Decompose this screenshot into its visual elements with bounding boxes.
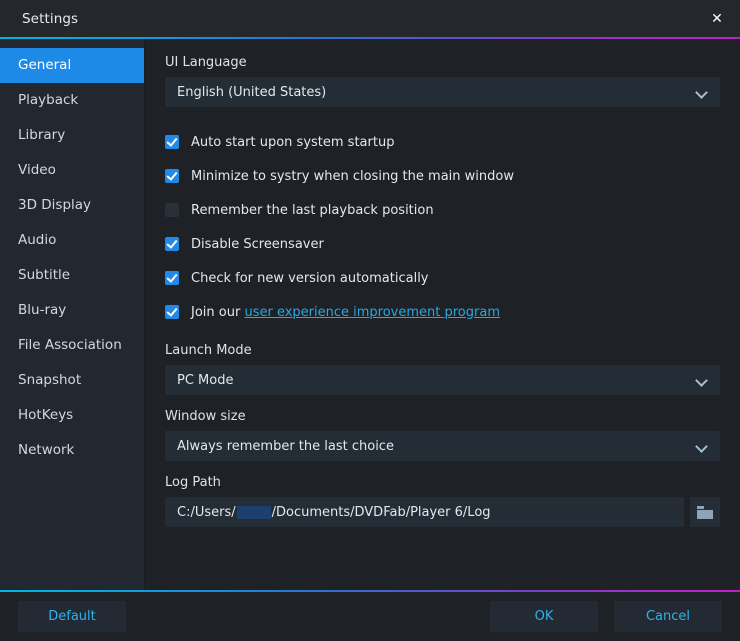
settings-sidebar: General Playback Library Video 3D Displa… — [0, 39, 145, 590]
title-bar: Settings ✕ — [0, 0, 740, 37]
window-size-label: Window size — [165, 409, 246, 424]
join-prefix-text: Join our — [191, 304, 245, 320]
log-path-label: Log Path — [165, 475, 221, 490]
ui-language-label: UI Language — [165, 55, 247, 70]
sidebar-item-blu-ray[interactable]: Blu-ray — [0, 293, 144, 328]
dialog-body: General Playback Library Video 3D Displa… — [0, 39, 740, 590]
user-experience-program-link[interactable]: user experience improvement program — [244, 305, 500, 320]
checkbox-row-join-program[interactable]: Join our user experience improvement pro… — [165, 295, 720, 329]
dialog-footer: Default OK Cancel — [0, 592, 740, 641]
launch-mode-label: Launch Mode — [165, 343, 252, 358]
chevron-down-icon — [696, 86, 708, 98]
sidebar-item-audio[interactable]: Audio — [0, 223, 144, 258]
sidebar-item-playback[interactable]: Playback — [0, 83, 144, 118]
sidebar-item-snapshot[interactable]: Snapshot — [0, 363, 144, 398]
chevron-down-icon — [696, 374, 708, 386]
checkbox-join-program[interactable] — [165, 305, 179, 319]
general-settings-panel: UI Language English (United States) Auto… — [145, 39, 740, 590]
checkbox-label-remember-playback-position[interactable]: Remember the last playback position — [191, 203, 434, 218]
ok-button[interactable]: OK — [490, 601, 598, 632]
log-path-suffix: /Documents/DVDFab/Player 6/Log — [271, 504, 491, 520]
sidebar-item-video[interactable]: Video — [0, 153, 144, 188]
checkbox-disable-screensaver[interactable] — [165, 237, 179, 251]
launch-mode-value: PC Mode — [177, 372, 234, 388]
checkbox-label-check-new-version[interactable]: Check for new version automatically — [191, 271, 429, 286]
chevron-down-icon — [696, 440, 708, 452]
settings-dialog: Settings ✕ General Playback Library Vide… — [0, 0, 740, 641]
checkbox-row-check-new-version[interactable]: Check for new version automatically — [165, 261, 720, 295]
cancel-button[interactable]: Cancel — [614, 601, 722, 632]
checkbox-auto-start[interactable] — [165, 135, 179, 149]
checkbox-check-new-version[interactable] — [165, 271, 179, 285]
close-icon[interactable]: ✕ — [694, 0, 740, 37]
ui-language-select[interactable]: English (United States) — [165, 77, 720, 107]
launch-mode-select[interactable]: PC Mode — [165, 365, 720, 395]
default-button[interactable]: Default — [18, 601, 126, 632]
checkbox-row-auto-start[interactable]: Auto start upon system startup — [165, 125, 720, 159]
checkbox-remember-playback-position[interactable] — [165, 203, 179, 217]
browse-log-path-button[interactable] — [690, 497, 720, 527]
general-checkbox-group: Auto start upon system startup Minimize … — [165, 125, 720, 329]
log-path-prefix: C:/Users/ — [177, 504, 236, 520]
sidebar-item-library[interactable]: Library — [0, 118, 144, 153]
log-path-input[interactable]: C:/Users/ /Documents/DVDFab/Player 6/Log — [165, 497, 684, 527]
checkbox-minimize-to-systray[interactable] — [165, 169, 179, 183]
sidebar-item-hotkeys[interactable]: HotKeys — [0, 398, 144, 433]
sidebar-item-file-association[interactable]: File Association — [0, 328, 144, 363]
checkbox-label-disable-screensaver[interactable]: Disable Screensaver — [191, 237, 324, 252]
log-path-row: C:/Users/ /Documents/DVDFab/Player 6/Log — [165, 497, 720, 527]
window-size-value: Always remember the last choice — [177, 438, 394, 454]
checkbox-label-auto-start[interactable]: Auto start upon system startup — [191, 135, 394, 150]
page-title: Settings — [22, 10, 79, 27]
sidebar-item-general[interactable]: General — [0, 48, 144, 83]
sidebar-item-3d-display[interactable]: 3D Display — [0, 188, 144, 223]
checkbox-row-disable-screensaver[interactable]: Disable Screensaver — [165, 227, 720, 261]
checkbox-label-minimize-to-systray[interactable]: Minimize to systry when closing the main… — [191, 169, 514, 184]
sidebar-item-network[interactable]: Network — [0, 433, 144, 468]
sidebar-item-subtitle[interactable]: Subtitle — [0, 258, 144, 293]
folder-icon — [697, 505, 713, 519]
checkbox-label-join-program[interactable]: Join our user experience improvement pro… — [191, 305, 500, 320]
ui-language-value: English (United States) — [177, 84, 327, 100]
redacted-username — [236, 505, 271, 519]
checkbox-row-remember-playback-position[interactable]: Remember the last playback position — [165, 193, 720, 227]
window-size-select[interactable]: Always remember the last choice — [165, 431, 720, 461]
checkbox-row-minimize-to-systray[interactable]: Minimize to systry when closing the main… — [165, 159, 720, 193]
